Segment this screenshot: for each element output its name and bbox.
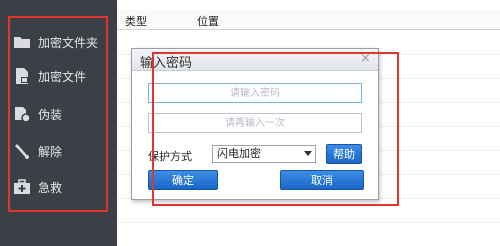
sidebar-highlight-box (8, 16, 108, 212)
column-header-type[interactable]: 类型 (125, 13, 147, 29)
table-header: 类型 位置 (117, 10, 500, 30)
table-row (117, 222, 500, 223)
column-header-location[interactable]: 位置 (197, 13, 219, 29)
dialog-highlight-box (152, 52, 399, 206)
sidebar: 加密文件夹 加密文件 伪装 解除 急救 (0, 0, 117, 246)
